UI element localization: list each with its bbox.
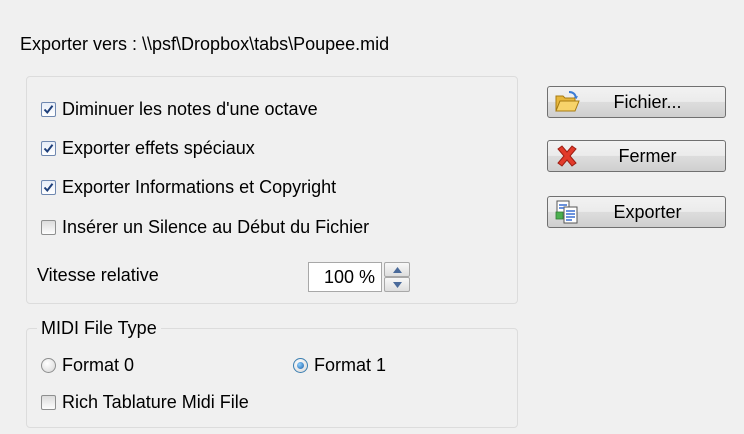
- file-button[interactable]: Fichier...: [547, 86, 726, 118]
- lower-octave-checkbox[interactable]: [41, 102, 56, 117]
- export-button-label: Exporter: [613, 201, 682, 222]
- check-icon: [43, 183, 54, 193]
- speed-spin-buttons: [384, 262, 410, 292]
- export-document-icon: [554, 199, 580, 225]
- speed-up-button[interactable]: [384, 262, 410, 277]
- export-info-label: Exporter Informations et Copyright: [62, 177, 337, 197]
- check-icon: [43, 105, 54, 115]
- rich-tab-option[interactable]: Rich Tablature Midi File: [41, 392, 249, 413]
- format-1-radio[interactable]: [293, 358, 308, 373]
- arrow-up-icon: [392, 266, 402, 273]
- lower-octave-option[interactable]: Diminuer les notes d'une octave: [41, 99, 318, 120]
- format-1-label: Format 1: [314, 355, 387, 375]
- lower-octave-label: Diminuer les notes d'une octave: [62, 99, 318, 119]
- radio-selected-dot: [297, 362, 304, 369]
- export-button[interactable]: Exporter: [547, 196, 726, 228]
- midi-file-type-group: MIDI File Type Format 0 Format 1 Rich Ta…: [26, 317, 518, 428]
- export-path-label: Exporter vers : \\psf\Dropbox\tabs\Poupe…: [20, 34, 390, 54]
- insert-silence-label: Insérer un Silence au Début du Fichier: [62, 217, 370, 237]
- insert-silence-checkbox[interactable]: [41, 220, 56, 235]
- export-effects-checkbox[interactable]: [41, 141, 56, 156]
- export-effects-label: Exporter effets spéciaux: [62, 138, 255, 158]
- red-x-icon: [554, 143, 580, 169]
- insert-silence-option[interactable]: Insérer un Silence au Début du Fichier: [41, 217, 369, 238]
- format-0-label: Format 0: [62, 355, 135, 375]
- format-1-option[interactable]: Format 1: [293, 355, 386, 376]
- folder-open-icon: [554, 89, 580, 115]
- rich-tab-checkbox[interactable]: [41, 395, 56, 410]
- export-info-option[interactable]: Exporter Informations et Copyright: [41, 177, 336, 198]
- speed-label-text: Vitesse relative: [37, 265, 159, 285]
- speed-down-button[interactable]: [384, 277, 410, 292]
- export-options-group: Diminuer les notes d'une octave Exporter…: [26, 76, 518, 304]
- speed-input[interactable]: 100 %: [308, 262, 382, 292]
- check-icon: [43, 144, 54, 154]
- format-0-radio[interactable]: [41, 358, 56, 373]
- close-button-label: Fermer: [618, 145, 677, 166]
- format-0-option[interactable]: Format 0: [41, 355, 134, 376]
- file-button-label: Fichier...: [613, 91, 682, 112]
- close-button[interactable]: Fermer: [547, 140, 726, 172]
- rich-tab-label: Rich Tablature Midi File: [62, 392, 249, 412]
- speed-spinner[interactable]: 100 %: [308, 262, 412, 292]
- midi-file-type-legend: MIDI File Type: [37, 317, 161, 339]
- export-info-checkbox[interactable]: [41, 180, 56, 195]
- speed-label: Vitesse relative: [37, 265, 159, 286]
- export-effects-option[interactable]: Exporter effets spéciaux: [41, 138, 255, 159]
- arrow-down-icon: [392, 281, 402, 288]
